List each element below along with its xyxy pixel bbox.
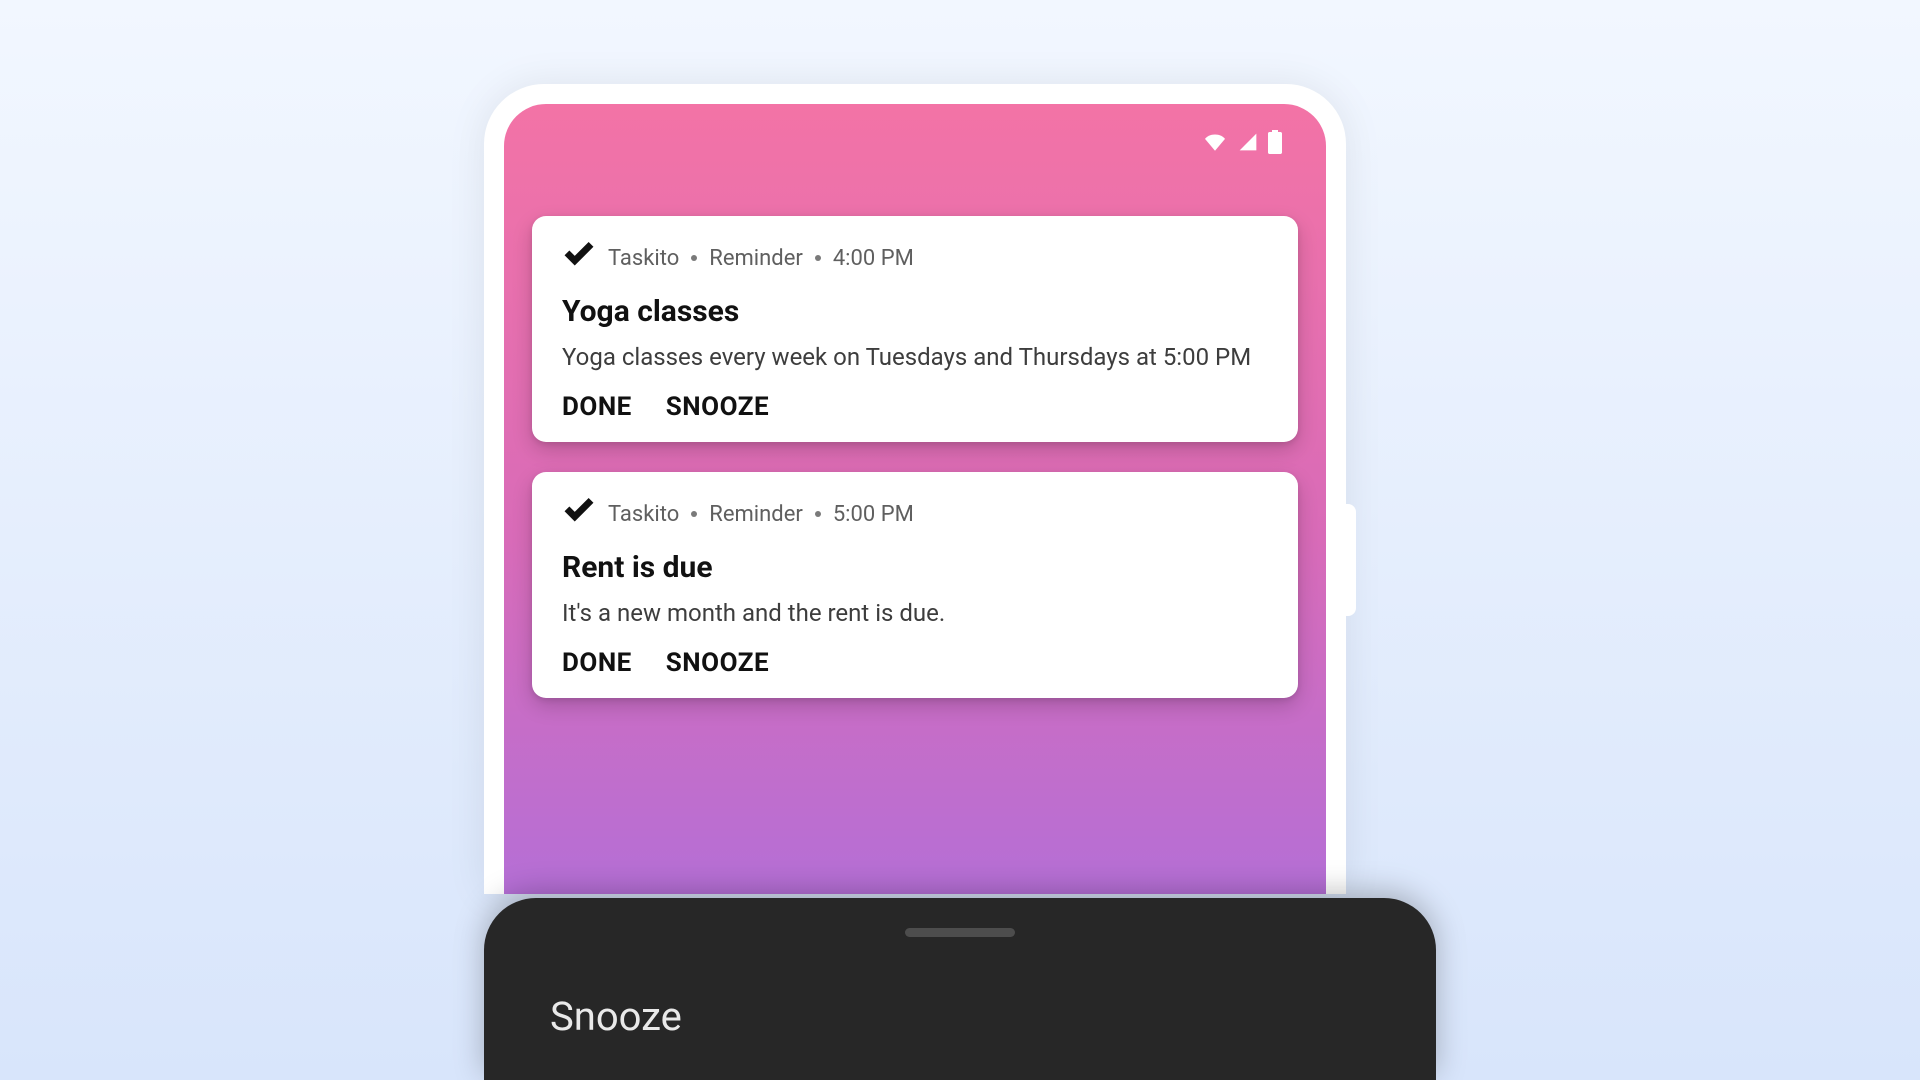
phone-side-button <box>1346 504 1356 616</box>
separator-dot <box>815 255 821 261</box>
notification-header: Taskito Reminder 5:00 PM <box>562 494 1268 534</box>
snooze-button[interactable]: SNOOZE <box>666 648 769 678</box>
notification-body: It's a new month and the rent is due. <box>562 597 1268 630</box>
notification-card[interactable]: Taskito Reminder 5:00 PM Rent is due It'… <box>532 472 1298 698</box>
signal-icon <box>1236 132 1260 156</box>
notification-time: 4:00 PM <box>833 246 914 271</box>
status-bar <box>532 124 1298 216</box>
snooze-bottom-sheet[interactable]: Snooze <box>484 898 1436 1080</box>
sheet-drag-handle[interactable] <box>905 928 1015 937</box>
notification-app-name: Taskito <box>608 246 679 271</box>
wifi-icon <box>1202 132 1228 156</box>
notification-actions: DONE SNOOZE <box>562 648 1268 678</box>
battery-icon <box>1268 130 1282 158</box>
separator-dot <box>815 511 821 517</box>
notification-header: Taskito Reminder 4:00 PM <box>562 238 1268 278</box>
notification-card[interactable]: Taskito Reminder 4:00 PM Yoga classes Yo… <box>532 216 1298 442</box>
separator-dot <box>691 255 697 261</box>
notification-title: Yoga classes <box>562 294 1268 329</box>
notification-body: Yoga classes every week on Tuesdays and … <box>562 341 1268 374</box>
separator-dot <box>691 511 697 517</box>
notification-category: Reminder <box>709 502 803 527</box>
snooze-button[interactable]: SNOOZE <box>666 392 769 422</box>
notification-category: Reminder <box>709 246 803 271</box>
phone-frame: Taskito Reminder 4:00 PM Yoga classes Yo… <box>484 84 1346 894</box>
notification-actions: DONE SNOOZE <box>562 392 1268 422</box>
notification-title: Rent is due <box>562 550 1268 585</box>
phone-screen: Taskito Reminder 4:00 PM Yoga classes Yo… <box>504 104 1326 894</box>
notification-time: 5:00 PM <box>833 502 914 527</box>
check-icon <box>562 494 596 534</box>
done-button[interactable]: DONE <box>562 392 632 422</box>
sheet-title: Snooze <box>550 993 1370 1040</box>
notification-app-name: Taskito <box>608 502 679 527</box>
check-icon <box>562 238 596 278</box>
done-button[interactable]: DONE <box>562 648 632 678</box>
